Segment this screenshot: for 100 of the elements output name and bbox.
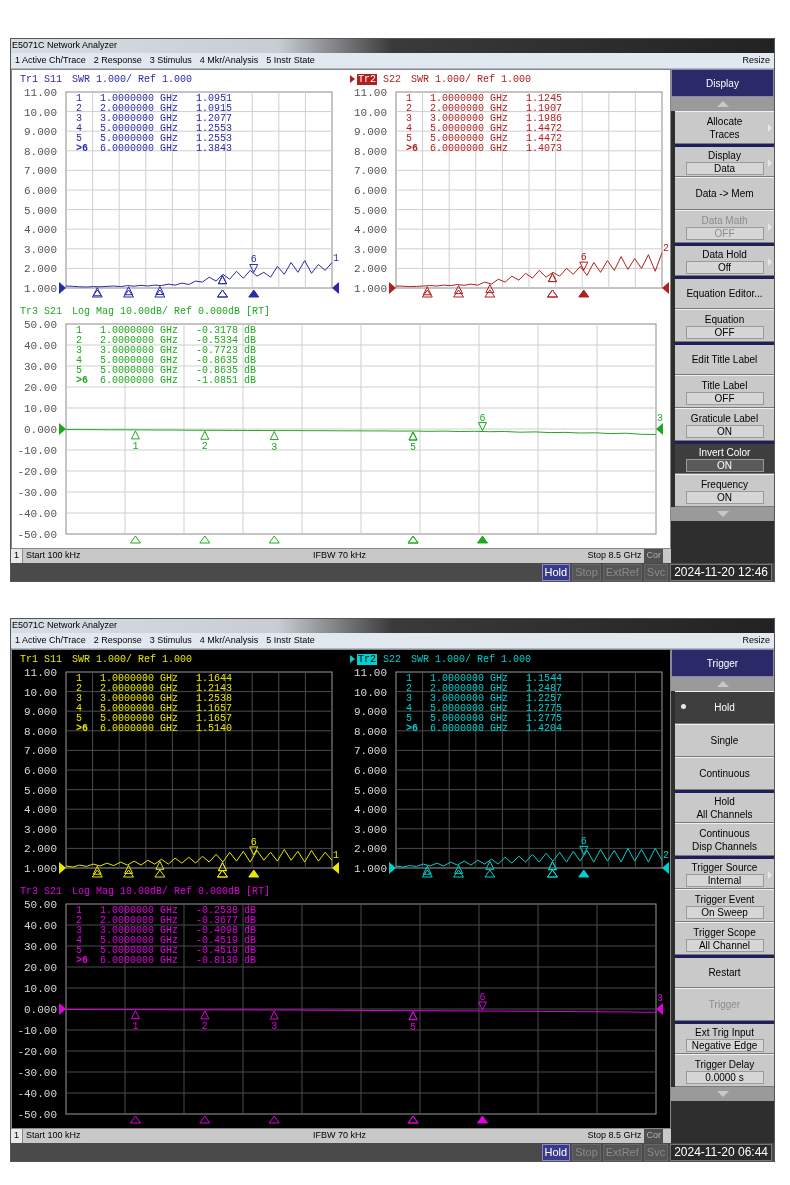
softkey-button[interactable]: Frequency ON bbox=[675, 474, 774, 507]
marker-frequency: 5.0000000 GHz bbox=[430, 134, 509, 144]
trace-format: Log Mag 10.00dB/ Ref 0.000dB [RT] bbox=[72, 304, 271, 319]
scroll-down-icon[interactable] bbox=[716, 511, 729, 517]
y-axis-label: 50.00 bbox=[24, 899, 57, 911]
menu-item[interactable]: 3 Stimulus bbox=[149, 53, 192, 68]
softkey-button[interactable]: Equation OFF bbox=[675, 309, 774, 342]
marker-label: 1 bbox=[132, 1020, 139, 1032]
marker-label: 6 bbox=[479, 992, 486, 1003]
y-axis-label: 20.00 bbox=[24, 962, 57, 974]
scroll-up-icon[interactable] bbox=[716, 101, 729, 107]
softkey-button[interactable]: Graticule Label ON bbox=[675, 408, 774, 441]
marker-number: 1 bbox=[76, 94, 83, 104]
marker-label: 2 bbox=[201, 1020, 208, 1032]
marker-icon bbox=[477, 422, 487, 432]
marker-frequency: 6.0000000 GHz bbox=[430, 724, 509, 734]
marker-number: 1 bbox=[406, 674, 413, 684]
softkey-button[interactable]: Ext Trig Input Negative Edge bbox=[675, 1021, 774, 1054]
marker-value: 1.2487 bbox=[526, 684, 562, 694]
y-axis-label: 7.000 bbox=[354, 745, 387, 758]
menu-item[interactable]: 1 Active Ch/Trace bbox=[15, 53, 86, 68]
y-axis-label: 0.000 bbox=[24, 424, 57, 436]
y-axis-label: 9.000 bbox=[24, 706, 57, 719]
trace-end-label: 2 bbox=[663, 242, 669, 254]
trace-format: Log Mag 10.00dB/ Ref 0.000dB [RT] bbox=[72, 884, 271, 899]
softkey-button[interactable]: Title Label OFF bbox=[675, 375, 774, 408]
value-field: OFF bbox=[685, 226, 764, 240]
softkey-button[interactable]: Continuous bbox=[675, 757, 774, 790]
marker-value: -0.8130 dB bbox=[196, 956, 256, 966]
y-axis-label: 8.000 bbox=[24, 725, 57, 738]
value-field: Internal bbox=[685, 873, 764, 887]
trace-name[interactable]: Tr2 bbox=[357, 73, 377, 85]
resize-button[interactable]: Resize bbox=[742, 633, 774, 648]
trace-parameter: S22 bbox=[383, 652, 402, 667]
softkey-button[interactable]: Restart bbox=[675, 955, 774, 988]
y-axis-label: 10.00 bbox=[24, 403, 57, 415]
menu-item[interactable]: 2 Response bbox=[93, 53, 142, 68]
softkey-button[interactable]: Allocate Traces bbox=[675, 111, 774, 144]
marker-number: 5 bbox=[76, 366, 83, 376]
marker-number: >6 bbox=[406, 144, 419, 154]
softkey-button[interactable]: Hold All Channels bbox=[675, 790, 774, 823]
y-axis-label: 5.000 bbox=[354, 204, 387, 217]
softkey-button[interactable]: Equation Editor... bbox=[675, 276, 774, 309]
menu-item[interactable]: 5 Instr State bbox=[266, 633, 315, 648]
trace-end-label: 3 bbox=[657, 413, 663, 424]
value-field: All Channel bbox=[685, 938, 764, 952]
resize-button[interactable]: Resize bbox=[742, 53, 774, 68]
trace-name[interactable]: Tr2 bbox=[357, 653, 377, 665]
marker-frequency: 2.0000000 GHz bbox=[100, 916, 179, 926]
scroll-down-icon[interactable] bbox=[716, 1091, 729, 1097]
menu-item[interactable]: 3 Stimulus bbox=[149, 633, 192, 648]
y-axis-label: -40.00 bbox=[17, 1088, 57, 1100]
marker-frequency: 3.0000000 GHz bbox=[100, 346, 179, 356]
softkey-button[interactable]: Single bbox=[675, 724, 774, 757]
menu-item[interactable]: 1 Active Ch/Trace bbox=[15, 633, 86, 648]
menu-item[interactable]: 2 Response bbox=[93, 633, 142, 648]
y-axis-label: 7.000 bbox=[24, 745, 57, 758]
y-axis-label: 11.00 bbox=[24, 87, 57, 99]
trace-name[interactable]: Tr1 bbox=[20, 651, 38, 667]
marker-icon bbox=[485, 284, 495, 294]
softkey-menu-title: Display bbox=[671, 69, 774, 97]
marker-frequency: 2.0000000 GHz bbox=[100, 104, 179, 114]
y-axis-label: -30.00 bbox=[17, 1067, 57, 1079]
marker-frequency: 1.0000000 GHz bbox=[100, 674, 179, 684]
softkey-button[interactable]: Invert Color ON bbox=[675, 441, 774, 474]
marker-number: 5 bbox=[406, 134, 413, 144]
softkey-button[interactable]: Trigger Event On Sweep bbox=[675, 889, 774, 922]
marker-icon bbox=[269, 1010, 279, 1020]
correction-indicator: Cor bbox=[644, 1129, 663, 1143]
marker-position-icon bbox=[129, 535, 141, 544]
trace-format: SWR 1.000/ Ref 1.000 bbox=[72, 652, 193, 667]
softkey-button[interactable]: Data Hold Off bbox=[675, 243, 774, 276]
marker-icon bbox=[124, 286, 134, 296]
menu-item[interactable]: 5 Instr State bbox=[266, 53, 315, 68]
softkey-button[interactable]: Edit Title Label bbox=[675, 342, 774, 375]
softkey-button[interactable]: Data -> Mem bbox=[675, 177, 774, 210]
softkey-button[interactable]: Hold bbox=[675, 691, 774, 724]
scroll-up-icon[interactable] bbox=[716, 681, 729, 687]
marker-label: 6 bbox=[580, 836, 587, 848]
marker-label: 3 bbox=[271, 1021, 278, 1033]
marker-icon bbox=[124, 864, 134, 874]
softkey-button[interactable]: Continuous Disp Channels bbox=[675, 823, 774, 856]
marker-value: 1.2257 bbox=[526, 694, 562, 704]
y-axis-label: 1.000 bbox=[24, 283, 57, 295]
menu-item[interactable]: 4 Mkr/Analysis bbox=[199, 633, 259, 648]
y-axis-label: 9.000 bbox=[24, 126, 57, 139]
softkey-button[interactable]: Trigger Scope All Channel bbox=[675, 922, 774, 955]
marker-number: 5 bbox=[76, 714, 83, 724]
trace-name[interactable]: Tr3 bbox=[20, 883, 38, 899]
marker-icon bbox=[200, 430, 210, 440]
softkey-button[interactable]: Display Data bbox=[675, 144, 774, 177]
softkey-button[interactable]: Trigger Delay 0.0000 s bbox=[675, 1054, 774, 1087]
softkey-button[interactable]: Trigger Source Internal bbox=[675, 856, 774, 889]
marker-value: 1.2553 bbox=[196, 124, 232, 134]
y-axis-label: 4.000 bbox=[354, 224, 387, 237]
trace-name[interactable]: Tr1 bbox=[20, 71, 38, 87]
y-axis-label: 2.000 bbox=[354, 843, 387, 856]
menu-item[interactable]: 4 Mkr/Analysis bbox=[199, 53, 259, 68]
marker-frequency: 5.0000000 GHz bbox=[100, 936, 179, 946]
reference-arrow-icon bbox=[662, 282, 669, 294]
